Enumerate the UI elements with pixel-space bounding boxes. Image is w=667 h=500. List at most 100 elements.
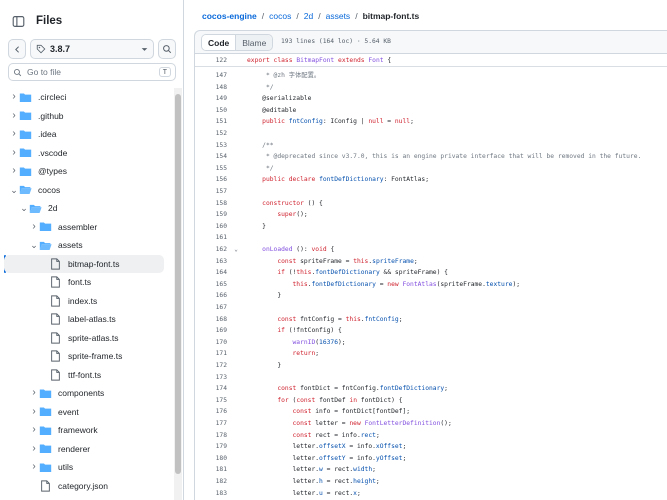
tree-file[interactable]: bitmap-font.ts	[4, 254, 164, 273]
breadcrumb-repo[interactable]: cocos-engine	[202, 11, 257, 21]
chevron-right-icon[interactable]: ›	[30, 221, 38, 232]
tree-file[interactable]: font.ts	[4, 273, 164, 291]
tree-folder[interactable]: › assembler	[4, 218, 164, 236]
chevron-right-icon[interactable]: ›	[30, 443, 38, 454]
line-number[interactable]: 182	[195, 476, 227, 487]
line-number[interactable]: 149	[195, 93, 227, 104]
line-number[interactable]: 170	[195, 337, 227, 348]
line-number[interactable]: 164	[195, 267, 227, 278]
line-number[interactable]: 178	[195, 430, 227, 441]
line-number[interactable]: 155	[195, 163, 227, 174]
line-number[interactable]: 179	[195, 441, 227, 452]
sticky-scope-header[interactable]: 122 export class BitmapFont extends Font …	[195, 54, 667, 67]
line-number[interactable]: 171	[195, 348, 227, 359]
breadcrumb-2d[interactable]: 2d	[304, 11, 313, 21]
line-number[interactable]: 165	[195, 279, 227, 290]
tree-folder[interactable]: › components	[4, 384, 164, 402]
line-number[interactable]: 166	[195, 290, 227, 301]
chevron-right-icon[interactable]: ›	[30, 406, 38, 417]
chevron-right-icon[interactable]: ›	[10, 129, 18, 139]
collapse-sidebar-icon[interactable]	[8, 11, 28, 31]
fold-chevron-icon[interactable]: ⌄	[232, 244, 240, 255]
line-number[interactable]: 167	[195, 302, 227, 313]
line-number[interactable]: 160	[195, 221, 227, 232]
line-number[interactable]: 172	[195, 360, 227, 371]
tree-file[interactable]: sprite-frame.ts	[4, 347, 164, 365]
tab-blame[interactable]: Blame	[236, 35, 273, 50]
file-tree-sidebar: Files 3.8.7 Go to file T › .circleci › .git…	[0, 0, 184, 500]
go-to-file-input[interactable]: Go to file T	[8, 63, 176, 81]
search-button[interactable]	[158, 39, 176, 59]
chevron-down-icon[interactable]: ⌄	[10, 185, 18, 194]
line-number[interactable]: 159	[195, 209, 227, 220]
line-number[interactable]: 151	[195, 116, 227, 127]
line-number[interactable]: 176	[195, 406, 227, 417]
line-number[interactable]: 148	[195, 82, 227, 93]
chevron-right-icon[interactable]: ›	[30, 462, 38, 472]
line-number[interactable]: 181	[195, 464, 227, 475]
tree-folder[interactable]: › .idea	[4, 125, 164, 143]
line-number[interactable]: 163	[195, 256, 227, 267]
branch-selector[interactable]: 3.8.7	[30, 39, 154, 59]
code-text: @serializable	[247, 95, 312, 103]
line-number[interactable]: 147	[195, 70, 227, 81]
tree-folder[interactable]: › renderer	[4, 440, 164, 458]
line-number[interactable]: 175	[195, 395, 227, 406]
code-text: constructor () {	[262, 199, 323, 207]
tree-folder[interactable]: › @types	[4, 162, 164, 180]
code-text: * @deprecated since v3.7.0, this is an e…	[265, 153, 642, 161]
line-number[interactable]: 161	[195, 232, 227, 243]
file-icon	[48, 276, 62, 288]
line-number[interactable]: 183	[195, 488, 227, 499]
tree-folder[interactable]: › .github	[4, 107, 164, 125]
tree-folder[interactable]: › .circleci	[4, 88, 164, 106]
chevron-down-icon[interactable]: ⌄	[20, 204, 28, 213]
branch-row: 3.8.7	[8, 39, 176, 59]
tree-file[interactable]: category.json	[4, 477, 164, 495]
tree-file[interactable]: sprite-atlas.ts	[4, 329, 164, 347]
chevron-right-icon[interactable]: ›	[30, 425, 38, 435]
tree-folder[interactable]: › framework	[4, 421, 164, 439]
code-text: const fontDict = fntConfig.fontDefDictio…	[277, 385, 448, 393]
chevron-right-icon[interactable]: ›	[10, 92, 18, 102]
line-number[interactable]: 150	[195, 105, 227, 116]
tree-item-label: cocos	[38, 184, 61, 195]
line-number[interactable]: 156	[195, 174, 227, 185]
chevron-right-icon[interactable]: ›	[10, 166, 18, 176]
chevron-right-icon[interactable]: ›	[10, 110, 18, 121]
tree-file[interactable]: index.ts	[4, 292, 164, 310]
line-number[interactable]: 152	[195, 128, 227, 139]
line-number[interactable]: 162	[195, 244, 227, 255]
tree-folder[interactable]: ⌄ assets	[4, 236, 164, 254]
tree-folder[interactable]: ⌄ cocos	[4, 181, 164, 199]
chevron-right-icon[interactable]: ›	[10, 147, 18, 158]
tree-file[interactable]: label-atlas.ts	[4, 310, 164, 328]
tree-file[interactable]: ttf-font.ts	[4, 366, 164, 384]
breadcrumb-cocos[interactable]: cocos	[269, 11, 291, 21]
code-line: 154 * @deprecated since v3.7.0, this is …	[195, 151, 667, 162]
line-number[interactable]: 173	[195, 372, 227, 383]
line-number[interactable]: 122	[195, 55, 227, 66]
tab-code[interactable]: Code	[202, 35, 237, 50]
breadcrumb-assets[interactable]: assets	[326, 11, 351, 21]
line-number[interactable]: 174	[195, 383, 227, 394]
back-button[interactable]	[8, 39, 26, 59]
sidebar-scrollbar-thumb[interactable]	[175, 94, 181, 474]
chevron-down-icon[interactable]: ⌄	[30, 241, 38, 250]
tree-folder[interactable]: › event	[4, 403, 164, 421]
tree-folder[interactable]: ⌄ 2d	[4, 199, 164, 217]
line-number[interactable]: 180	[195, 453, 227, 464]
code-line: 173	[195, 372, 667, 383]
line-number[interactable]: 153	[195, 140, 227, 151]
sidebar-scrollbar[interactable]	[174, 88, 182, 500]
line-number[interactable]: 154	[195, 151, 227, 162]
line-number[interactable]: 158	[195, 198, 227, 209]
tree-folder[interactable]: › .vscode	[4, 144, 164, 162]
line-number[interactable]: 168	[195, 314, 227, 325]
line-number[interactable]: 157	[195, 186, 227, 197]
line-number[interactable]: 177	[195, 418, 227, 429]
tree-folder[interactable]: › utils	[4, 458, 164, 476]
chevron-right-icon[interactable]: ›	[30, 388, 38, 398]
code-line: 147 * @zh 字体配置。	[195, 70, 667, 81]
line-number[interactable]: 169	[195, 325, 227, 336]
